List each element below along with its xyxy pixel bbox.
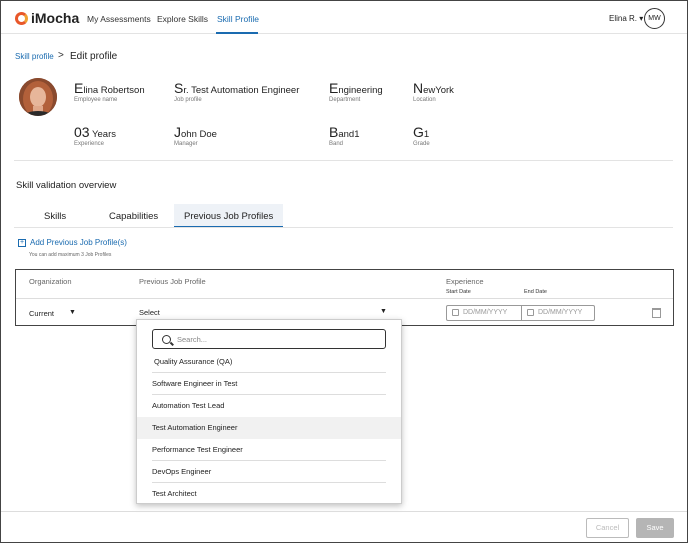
chevron-down-icon: ▼ [69,309,76,316]
tab-skills[interactable]: Skills [44,211,66,222]
end-date-input[interactable]: DD/MM/YYYY [527,309,582,316]
active-nav-indicator [216,32,258,34]
search-icon [162,335,171,344]
manager-value: John Doe [174,124,217,140]
header-experience: Experience [446,277,484,286]
header-divider [16,298,673,299]
location-label: Location [413,97,436,103]
profile-divider [14,160,673,161]
manager-label: Manager [174,141,198,147]
user-menu[interactable]: Elina R. ▾ [609,14,643,23]
nav-my-assessments[interactable]: My Assessments [87,14,151,24]
dropdown-option-highlighted[interactable]: Test Automation Engineer [137,417,401,439]
date-range-input: DD/MM/YYYY DD/MM/YYYY [446,305,595,321]
top-nav-bar: iMocha My Assessments Explore Skills Ski… [1,1,687,34]
header-start-date: Start Date [446,289,471,295]
end-date-placeholder: DD/MM/YYYY [538,309,583,316]
nav-skill-profile[interactable]: Skill Profile [217,14,259,24]
footer-divider [1,511,687,512]
plus-icon: + [18,238,26,247]
brand-name: iMocha [31,10,80,26]
app-frame: iMocha My Assessments Explore Skills Ski… [0,0,688,543]
logo-icon [15,11,28,25]
job-profile-select-value: Select [139,308,160,317]
calendar-icon [527,309,534,316]
dropdown-option[interactable]: DevOps Engineer [137,461,401,483]
band-value: Band1 [329,124,360,140]
brand-logo[interactable]: iMocha [15,10,79,26]
dropdown-option[interactable]: Performance Test Engineer [137,439,401,461]
employee-name-value: Elina Robertson [74,80,145,96]
tab-previous-job-profiles[interactable]: Previous Job Profiles [184,211,273,222]
page-title: Edit profile [70,51,118,62]
employee-name-label: Employee name [74,97,118,103]
job-profile-dropdown: Search... Quality Assurance (QA) Softwar… [136,319,402,504]
grade-value: G1 [413,124,430,140]
start-date-placeholder: DD/MM/YYYY [463,309,508,316]
header-end-date: End Date [524,289,547,295]
breadcrumb-skill-profile[interactable]: Skill profile [15,52,54,61]
trash-icon[interactable] [652,308,661,318]
add-link-label: Add Previous Job Profile(s) [30,238,127,247]
department-value: Engineering [329,80,383,96]
header-organization: Organization [29,277,72,286]
experience-label: Experience [74,141,105,147]
section-title: Skill validation overview [16,180,117,191]
organization-value: Current [29,309,55,318]
avatar[interactable]: MW [644,8,665,29]
tabs-divider [14,227,673,228]
dropdown-option[interactable]: Test Architect [137,483,401,505]
band-label: Band [329,141,344,147]
grade-label: Grade [413,141,430,147]
experience-value: 03 Years [74,124,116,140]
dropdown-option[interactable]: Quality Assurance (QA) [137,351,401,373]
add-previous-job-profile-button[interactable]: + Add Previous Job Profile(s) [18,238,127,247]
dropdown-option[interactable]: Automation Test Lead [137,395,401,417]
department-label: Department [329,97,361,103]
add-hint: You can add maximum 3 Job Profiles [29,252,112,258]
chevron-right-icon: > [58,50,64,61]
job-profile-label: Job profile [174,97,202,103]
search-placeholder: Search... [177,335,208,344]
employee-photo [19,78,57,116]
tab-capabilities[interactable]: Capabilities [109,211,158,222]
job-profile-table: Organization Previous Job Profile Experi… [15,269,674,326]
dropdown-option[interactable]: Software Engineer in Test [137,373,401,395]
calendar-icon [452,309,459,316]
job-profile-value: Sr. Test Automation Engineer [174,80,300,96]
search-input[interactable]: Search... [152,329,386,349]
header-previous-job-profile: Previous Job Profile [139,277,206,286]
nav-explore-skills[interactable]: Explore Skills [157,14,208,24]
start-date-input[interactable]: DD/MM/YYYY [452,309,507,316]
chevron-down-icon: ▼ [380,308,387,315]
date-divider [521,306,522,320]
location-value: NewYork [413,80,454,96]
save-button[interactable]: Save [636,518,674,538]
cancel-button[interactable]: Cancel [586,518,629,538]
